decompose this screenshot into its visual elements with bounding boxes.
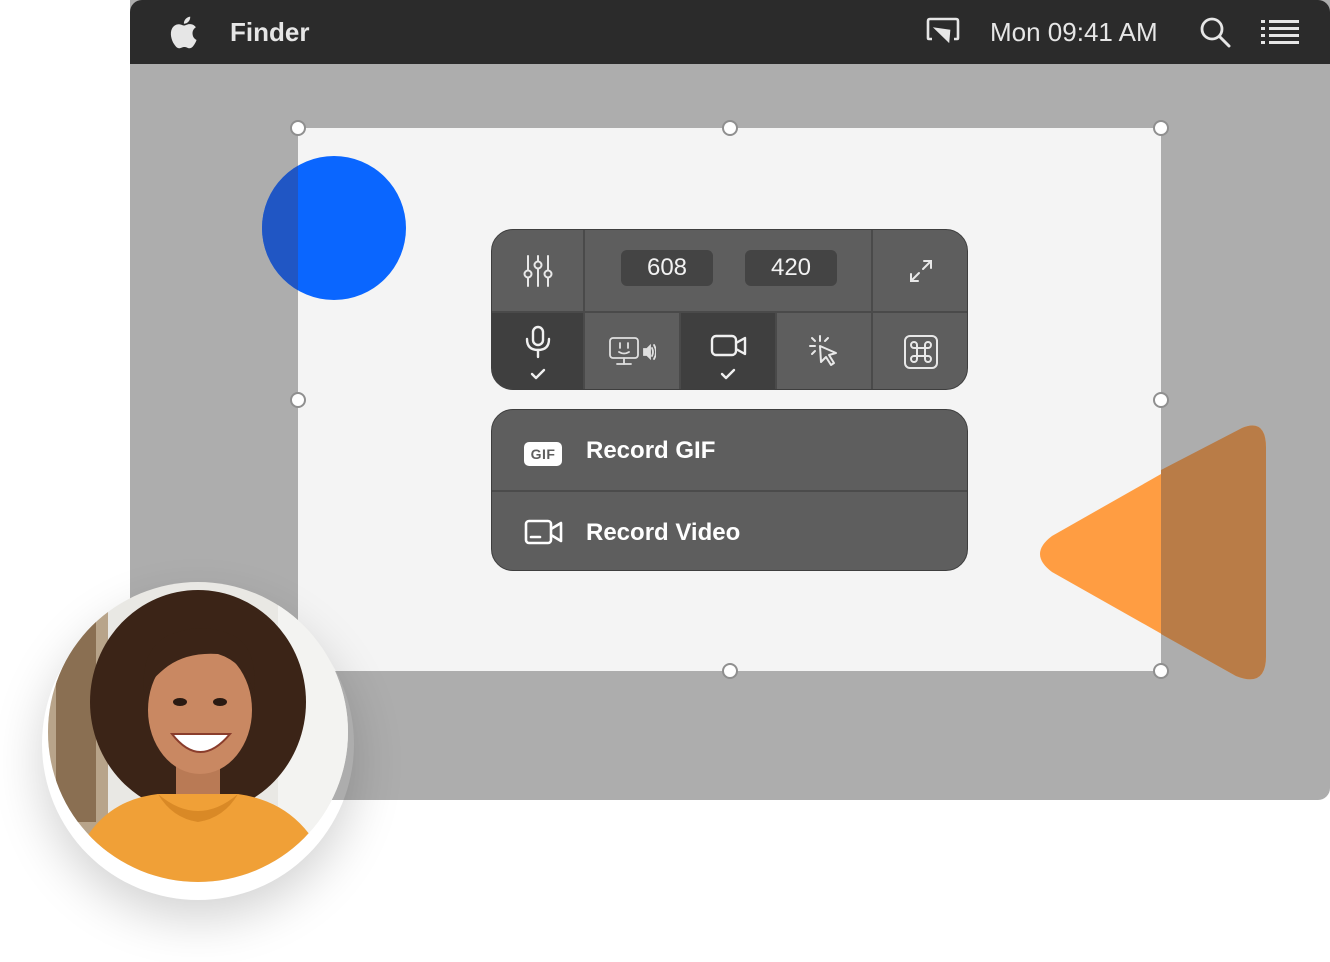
expand-icon [910, 259, 932, 282]
sliders-icon [523, 254, 552, 287]
list-icon[interactable] [1261, 19, 1301, 45]
keystrokes-toggle[interactable] [873, 311, 967, 389]
height-input[interactable]: 420 [745, 250, 837, 286]
resize-handle-top-left[interactable] [290, 120, 306, 136]
camera-icon [710, 334, 747, 357]
record-menu: GIF Record GIF Record Video [491, 409, 968, 571]
cursor-click-icon [809, 335, 837, 366]
record-gif-button[interactable]: GIF Record GIF [492, 410, 967, 490]
menu-bar: Finder Mon 09:41 AM [130, 0, 1330, 64]
apple-icon[interactable] [166, 14, 198, 50]
resize-handle-bottom-right[interactable] [1153, 663, 1169, 679]
resize-handle-left[interactable] [290, 392, 306, 408]
width-input[interactable]: 608 [621, 250, 713, 286]
airplay-icon[interactable] [926, 17, 960, 47]
check-icon [530, 368, 545, 380]
microphone-icon [525, 325, 551, 359]
capture-toolbar: 608 x 420 [491, 229, 968, 390]
record-gif-label: Record GIF [586, 437, 716, 464]
record-video-button[interactable]: Record Video [492, 492, 967, 570]
click-highlight-toggle[interactable] [777, 311, 873, 389]
app-name[interactable]: Finder [230, 17, 309, 48]
blue-circle-decoration [262, 156, 406, 300]
microphone-toggle[interactable] [492, 311, 585, 389]
fullscreen-button[interactable] [873, 230, 967, 311]
resize-handle-right[interactable] [1153, 392, 1169, 408]
resize-handle-top-right[interactable] [1153, 120, 1169, 136]
check-icon [720, 368, 736, 380]
resize-handle-top[interactable] [722, 120, 738, 136]
dimensions-group: 608 x 420 [585, 230, 873, 311]
orange-triangle-decoration [1040, 425, 1266, 680]
resize-handle-bottom[interactable] [722, 663, 738, 679]
menubar-clock: Mon 09:41 AM [990, 17, 1158, 47]
video-camera-icon [524, 519, 563, 545]
system-audio-toggle[interactable] [585, 311, 681, 389]
record-video-label: Record Video [586, 519, 741, 546]
person-photo [48, 582, 348, 882]
search-icon[interactable] [1199, 16, 1231, 48]
system-audio-icon [609, 337, 656, 365]
camera-toggle[interactable] [681, 311, 777, 389]
command-key-icon [904, 335, 938, 369]
webcam-avatar[interactable] [48, 582, 348, 882]
settings-button[interactable] [492, 230, 585, 311]
gif-icon: GIF [524, 442, 562, 466]
